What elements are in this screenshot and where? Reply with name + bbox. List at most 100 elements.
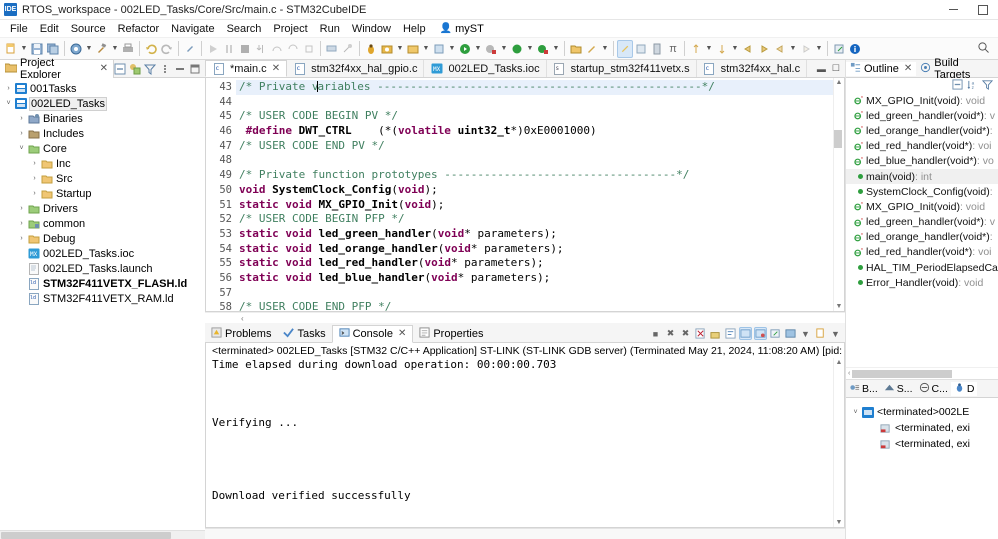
build-dropdown-icon[interactable]: ▼ bbox=[84, 40, 94, 58]
run-green-dropdown-icon[interactable]: ▼ bbox=[473, 40, 483, 58]
last-edit-icon[interactable] bbox=[649, 40, 665, 58]
debug-bug-icon[interactable] bbox=[363, 40, 379, 58]
tree-item-startup[interactable]: › Startup bbox=[0, 186, 205, 201]
code-line[interactable] bbox=[236, 286, 833, 301]
tree-item-drivers[interactable]: › Drivers bbox=[0, 201, 205, 216]
code-line[interactable] bbox=[236, 95, 833, 110]
code-line[interactable]: static void led_orange_handler(void* par… bbox=[236, 242, 833, 257]
filter-icon[interactable] bbox=[143, 63, 157, 75]
outline-item[interactable]: * MX_GPIO_Init(void) : void bbox=[846, 93, 998, 108]
outline-collapse-all-icon[interactable] bbox=[952, 79, 964, 91]
print-icon[interactable] bbox=[120, 40, 136, 58]
outline-item[interactable]: HAL_TIM_PeriodElapsedCallb bbox=[846, 260, 998, 275]
red-launch-icon[interactable] bbox=[535, 40, 551, 58]
sort-icon[interactable]: az bbox=[967, 79, 979, 91]
undo-icon[interactable] bbox=[143, 40, 159, 58]
hammer-dropdown-icon[interactable]: ▼ bbox=[110, 40, 120, 58]
console-tab-tasks[interactable]: Tasks bbox=[277, 325, 331, 343]
editor-tab-stm32f4xx-hal-c[interactable]: c stm32f4xx_hal.c bbox=[696, 60, 808, 77]
chevron-down-icon[interactable]: ˅ bbox=[850, 409, 861, 416]
console-scroll-down-icon[interactable]: ▼ bbox=[836, 519, 843, 526]
code-line[interactable]: /* USER CODE END PV */ bbox=[236, 139, 833, 154]
open-declaration-icon[interactable] bbox=[633, 40, 649, 58]
debug-config-icon[interactable] bbox=[340, 40, 356, 58]
close-icon[interactable]: ✕ bbox=[904, 63, 912, 74]
menu-source[interactable]: Source bbox=[65, 20, 112, 38]
next-annotation-icon[interactable] bbox=[714, 40, 730, 58]
code-line[interactable]: /* Private function prototypes ---------… bbox=[236, 168, 833, 183]
outline-item[interactable]: * led_blue_handler(void*) : vo bbox=[846, 154, 998, 169]
code-editor[interactable]: 4344454647484950515253545556575859 /* Pr… bbox=[205, 78, 845, 312]
chevron-right-icon[interactable]: › bbox=[16, 235, 27, 242]
editor-vertical-scrollbar[interactable]: ▲ ▼ bbox=[833, 78, 844, 311]
show-console-on-output-icon[interactable] bbox=[739, 327, 752, 340]
previous-annotation-icon[interactable] bbox=[688, 40, 704, 58]
debug-tab-3[interactable]: D bbox=[950, 381, 978, 396]
debug-tab-0[interactable]: B... bbox=[846, 382, 881, 396]
display-selected-console-icon[interactable] bbox=[784, 327, 797, 340]
project-tree[interactable]: › 001Tasks ˅ 002LED_Tasks › Binaries › Includes… bbox=[0, 78, 205, 530]
tree-item-stm32f411vetx-ram-ld[interactable]: ld STM32F411VETX_RAM.ld bbox=[0, 291, 205, 306]
open-folder-icon[interactable] bbox=[568, 40, 584, 58]
run-external-icon[interactable] bbox=[379, 40, 395, 58]
step-into-icon[interactable] bbox=[253, 40, 269, 58]
debug-launch-list[interactable]: ˅ <terminated>002LE <terminated, exi <termi… bbox=[846, 398, 998, 539]
console-horizontal-scrollbar[interactable] bbox=[205, 528, 845, 539]
link-with-editor-icon[interactable] bbox=[129, 63, 141, 75]
debug-launch-dropdown-icon[interactable]: ▼ bbox=[525, 40, 535, 58]
pi-symbol-icon[interactable]: π bbox=[665, 40, 681, 58]
chevron-right-icon[interactable]: › bbox=[29, 175, 40, 182]
flash-erase-icon[interactable] bbox=[324, 40, 340, 58]
menu-help[interactable]: Help bbox=[397, 20, 432, 38]
toggle-editor-icon[interactable] bbox=[617, 39, 633, 58]
minimize-button[interactable] bbox=[938, 0, 968, 20]
outline-item[interactable]: main(void) : int bbox=[846, 168, 998, 185]
scroll-left-icon[interactable]: ‹ bbox=[241, 314, 244, 323]
editor-tab-startup-stm32f411vetx-s[interactable]: s startup_stm32f411vetx.s bbox=[546, 60, 697, 77]
debug-tab-1[interactable]: S... bbox=[881, 382, 916, 396]
outline-item[interactable]: * led_orange_handler(void*) : bbox=[846, 123, 998, 138]
console-tab-console[interactable]: Console ✕ bbox=[331, 324, 414, 343]
build-icon[interactable] bbox=[68, 40, 84, 58]
outline-item[interactable]: SystemClock_Config(void) : bbox=[846, 184, 998, 199]
chevron-right-icon[interactable]: › bbox=[29, 160, 40, 167]
minimize-editor-icon[interactable]: ▬ bbox=[817, 64, 826, 74]
tree-item-002led-tasks[interactable]: ˅ 002LED_Tasks bbox=[0, 96, 205, 111]
forward-icon[interactable] bbox=[756, 40, 772, 58]
show-console-on-error-icon[interactable] bbox=[754, 327, 767, 340]
outline-item[interactable]: * led_green_handler(void*) : v bbox=[846, 215, 998, 230]
info-icon[interactable] bbox=[847, 40, 863, 58]
console-scroll-up-icon[interactable]: ▲ bbox=[836, 359, 843, 366]
chevron-right-icon[interactable]: › bbox=[16, 220, 27, 227]
menu-search[interactable]: Search bbox=[221, 20, 268, 38]
minimize-view-icon[interactable] bbox=[174, 63, 186, 75]
tree-item-includes[interactable]: › Includes bbox=[0, 126, 205, 141]
collapse-all-icon[interactable] bbox=[114, 63, 126, 75]
code-line[interactable]: /* USER CODE BEGIN PV */ bbox=[236, 109, 833, 124]
close-icon[interactable]: ✕ bbox=[100, 63, 108, 74]
maximize-view-icon[interactable] bbox=[189, 63, 201, 75]
remove-launch-icon[interactable]: ✖ bbox=[664, 327, 677, 340]
new-file-dropdown-icon[interactable]: ▼ bbox=[19, 40, 29, 58]
open-console-icon[interactable] bbox=[814, 327, 827, 340]
menu-window[interactable]: Window bbox=[346, 20, 397, 38]
chevron-right-icon[interactable]: › bbox=[16, 130, 27, 137]
close-icon[interactable]: ✕ bbox=[398, 328, 406, 339]
menu-refactor[interactable]: Refactor bbox=[112, 20, 166, 38]
chevron-right-icon[interactable]: › bbox=[29, 190, 40, 197]
scroll-up-icon[interactable]: ▲ bbox=[836, 79, 843, 86]
run-external-dropdown-icon[interactable]: ▼ bbox=[395, 40, 405, 58]
hammer-build-icon[interactable] bbox=[94, 40, 110, 58]
tree-item-common[interactable]: › common bbox=[0, 216, 205, 231]
tree-item-binaries[interactable]: › Binaries bbox=[0, 111, 205, 126]
resume-icon[interactable] bbox=[205, 40, 221, 58]
code-line[interactable]: /* USER CODE END PFP */ bbox=[236, 300, 833, 311]
pencil-icon[interactable] bbox=[584, 40, 600, 58]
close-icon[interactable]: ✕ bbox=[272, 63, 280, 74]
word-wrap-icon[interactable] bbox=[724, 327, 737, 340]
forward-history-icon[interactable] bbox=[798, 40, 814, 58]
clear-console-icon[interactable] bbox=[694, 327, 707, 340]
debug-list-item[interactable]: <terminated, exi bbox=[846, 420, 998, 436]
console-tab-problems[interactable]: Problems bbox=[205, 325, 277, 343]
debug-tab-2[interactable]: C... bbox=[916, 382, 951, 396]
